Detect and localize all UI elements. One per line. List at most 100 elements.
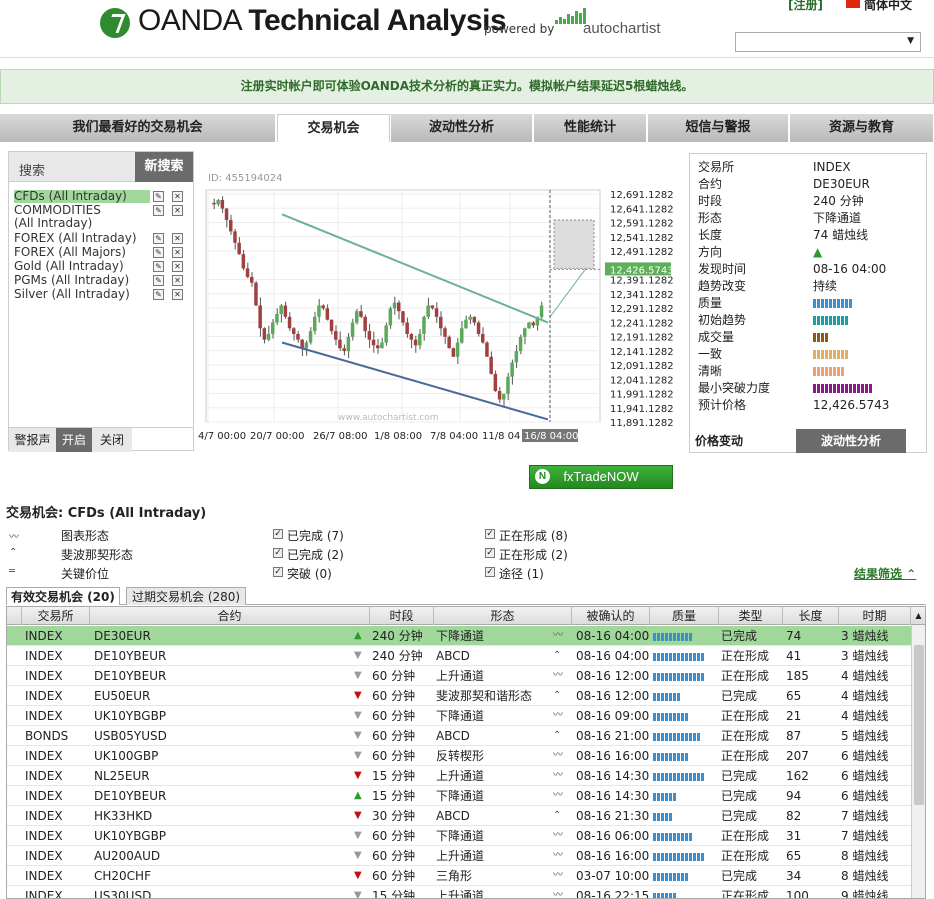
tab-volatility[interactable]: 波动性分析: [391, 114, 533, 142]
tab-education[interactable]: 资源与教育: [790, 114, 934, 142]
chart-pattern-icon: 〰: [553, 890, 563, 899]
table-row[interactable]: INDEX AU200AUD ▼ 60 分钟 上升通道 〰 08-16 16:00 正在形成 6…: [7, 846, 911, 866]
delete-icon[interactable]: ✕: [172, 289, 183, 300]
column-header[interactable]: 时段: [370, 607, 434, 625]
candle-body: [296, 333, 300, 340]
table-row[interactable]: INDEX UK10YBGBP ▼ 60 分钟 下降通道 〰 08-16 06:00 正在形成…: [7, 826, 911, 846]
table-row[interactable]: BONDS USB05YUSD ▼ 60 分钟 ABCD ⌃ 08-16 21:00 正在形成…: [7, 726, 911, 746]
scroll-up-icon[interactable]: ▲: [911, 607, 925, 625]
cell-timeframe: 60 分钟: [372, 669, 416, 683]
search-list-item[interactable]: CFDs (All Intraday): [14, 190, 150, 203]
price-chart[interactable]: 12,691.1282 12,641.1282 12,591.1282 12,541.…: [198, 150, 684, 450]
column-header[interactable]: [7, 607, 22, 625]
filter-label: 图表形态: [61, 529, 110, 543]
info-key: 方向: [698, 245, 723, 259]
table-row[interactable]: INDEX DE10YBEUR ▼ 60 分钟 上升通道 〰 08-16 12:00 正在形成…: [7, 666, 911, 686]
candle-body: [418, 333, 422, 346]
cell-type: 正在形成: [721, 669, 770, 683]
edit-icon[interactable]: ✎: [153, 247, 164, 258]
table-row[interactable]: INDEX CH20CHF ▼ 60 分钟 三角形 〰 03-07 10:00 已完成 34 8 …: [7, 866, 911, 886]
table-row[interactable]: INDEX EU50EUR ▼ 60 分钟 斐波那契和谐形态 ⌃ 08-16 12:00 已完…: [7, 686, 911, 706]
checkbox[interactable]: ✓: [273, 567, 283, 577]
cell-type: 已完成: [721, 629, 758, 643]
checkbox[interactable]: ✓: [485, 567, 495, 577]
delete-icon[interactable]: ✕: [172, 261, 183, 272]
alert-on-button[interactable]: 开启: [56, 428, 92, 452]
delete-icon[interactable]: ✕: [172, 205, 183, 216]
edit-icon[interactable]: ✎: [153, 289, 164, 300]
delete-icon[interactable]: ✕: [172, 247, 183, 258]
filter-results-link[interactable]: 结果筛选 ⌃: [854, 565, 916, 582]
new-search-button[interactable]: 新搜索: [135, 152, 193, 182]
table-row[interactable]: INDEX DE30EUR ▲ 240 分钟 下降通道 〰 08-16 04:00 已完成 74…: [7, 626, 911, 646]
delete-icon[interactable]: ✕: [172, 233, 183, 244]
cell-pattern: 下降通道: [436, 709, 485, 723]
candle-body: [397, 302, 401, 312]
table-row[interactable]: INDEX UK10YBGBP ▼ 60 分钟 下降通道 〰 08-16 09:00 正在形成…: [7, 706, 911, 726]
checkbox[interactable]: ✓: [273, 548, 283, 558]
info-row: 发现时间 08-16 04:00: [698, 261, 920, 278]
info-value: 74 蜡烛线: [813, 228, 869, 242]
account-select[interactable]: ▼: [735, 32, 921, 52]
search-list-item[interactable]: PGMs (All Intraday): [14, 274, 150, 287]
register-link[interactable]: [注册]: [788, 0, 823, 13]
language-selector[interactable]: 简体中文: [864, 0, 912, 13]
info-value: 08-16 04:00: [813, 262, 887, 276]
chart-pattern-icon: 〰: [553, 630, 563, 641]
chart-pattern-icon: 〰: [553, 830, 563, 841]
table-row[interactable]: INDEX DE10YBEUR ▼ 240 分钟 ABCD ⌃ 08-16 04:00 正在形…: [7, 646, 911, 666]
edit-icon[interactable]: ✎: [153, 261, 164, 272]
search-list-item[interactable]: Gold (All Intraday): [14, 260, 150, 273]
edit-icon[interactable]: ✎: [153, 205, 164, 216]
edit-icon[interactable]: ✎: [153, 275, 164, 286]
checkbox[interactable]: ✓: [485, 548, 495, 558]
column-header[interactable]: 合约: [90, 607, 370, 625]
cell-length: 82: [786, 809, 802, 823]
edit-icon[interactable]: ✎: [153, 233, 164, 244]
search-list-item[interactable]: FOREX (All Majors): [14, 246, 150, 259]
arrow-down-icon: ▼: [354, 870, 362, 881]
delete-icon[interactable]: ✕: [172, 191, 183, 202]
table-row[interactable]: INDEX DE10YBEUR ▲ 15 分钟 下降通道 〰 08-16 14:30 已完成 9…: [7, 786, 911, 806]
table-scrollbar[interactable]: [911, 625, 925, 898]
table-row[interactable]: INDEX HK33HKD ▼ 30 分钟 ABCD ⌃ 08-16 21:30 已完成 82 7…: [7, 806, 911, 826]
column-header[interactable]: 时期: [839, 607, 911, 625]
table-row[interactable]: INDEX UK100GBP ▼ 60 分钟 反转楔形 〰 08-16 16:00 正在形成 2…: [7, 746, 911, 766]
candle-body: [262, 328, 267, 340]
tab-volatility-analysis[interactable]: 波动性分析: [796, 429, 906, 453]
alert-off-button[interactable]: 关闭: [92, 428, 132, 452]
table-row[interactable]: INDEX US30USD ▼ 15 分钟 上升通道 〰 08-16 22:15 正在形成 10…: [7, 886, 911, 899]
scroll-thumb[interactable]: [914, 645, 924, 805]
edit-icon[interactable]: ✎: [153, 191, 164, 202]
tab-performance[interactable]: 性能统计: [534, 114, 647, 142]
column-header[interactable]: 质量: [650, 607, 719, 625]
search-list-item[interactable]: FOREX (All Intraday): [14, 232, 150, 245]
cell-exchange: INDEX: [25, 689, 63, 703]
time-tick-label: 16/8 04:00: [524, 431, 578, 442]
info-value: 持续: [813, 279, 838, 293]
column-header[interactable]: 长度: [783, 607, 839, 625]
tab-best-opportunities[interactable]: 我们最看好的交易机会: [0, 114, 276, 142]
candle-body: [346, 336, 351, 352]
search-list-item[interactable]: COMMODITIES (All Intraday): [14, 204, 124, 230]
table-row[interactable]: INDEX NL25EUR ▼ 15 分钟 上升通道 〰 08-16 14:30 已完成 162…: [7, 766, 911, 786]
tab-active-opportunities[interactable]: 有效交易机会 (20): [6, 587, 120, 605]
column-header[interactable]: 被确认的: [572, 607, 650, 625]
delete-icon[interactable]: ✕: [172, 275, 183, 286]
chart-pattern-icon: 〰: [553, 850, 563, 861]
cell-timeframe: 60 分钟: [372, 869, 416, 883]
candle-body: [275, 314, 279, 323]
checkbox[interactable]: ✓: [485, 529, 495, 539]
column-header[interactable]: 形态: [434, 607, 572, 625]
checkbox[interactable]: ✓: [273, 529, 283, 539]
column-header[interactable]: 类型: [719, 607, 783, 625]
chart-pattern-icon: 〰: [553, 770, 563, 781]
tab-price-move[interactable]: 价格变动: [695, 429, 795, 453]
fxtrade-now-button[interactable]: NfxTradeNOW: [529, 465, 673, 489]
tab-expired-opportunities[interactable]: 过期交易机会 (280): [126, 587, 247, 605]
column-header[interactable]: 交易所: [22, 607, 90, 625]
search-list-item[interactable]: Silver (All Intraday): [14, 288, 150, 301]
tab-opportunities[interactable]: 交易机会: [277, 114, 390, 142]
oanda-logo-icon[interactable]: [100, 8, 130, 38]
tab-alerts[interactable]: 短信与警报: [648, 114, 789, 142]
